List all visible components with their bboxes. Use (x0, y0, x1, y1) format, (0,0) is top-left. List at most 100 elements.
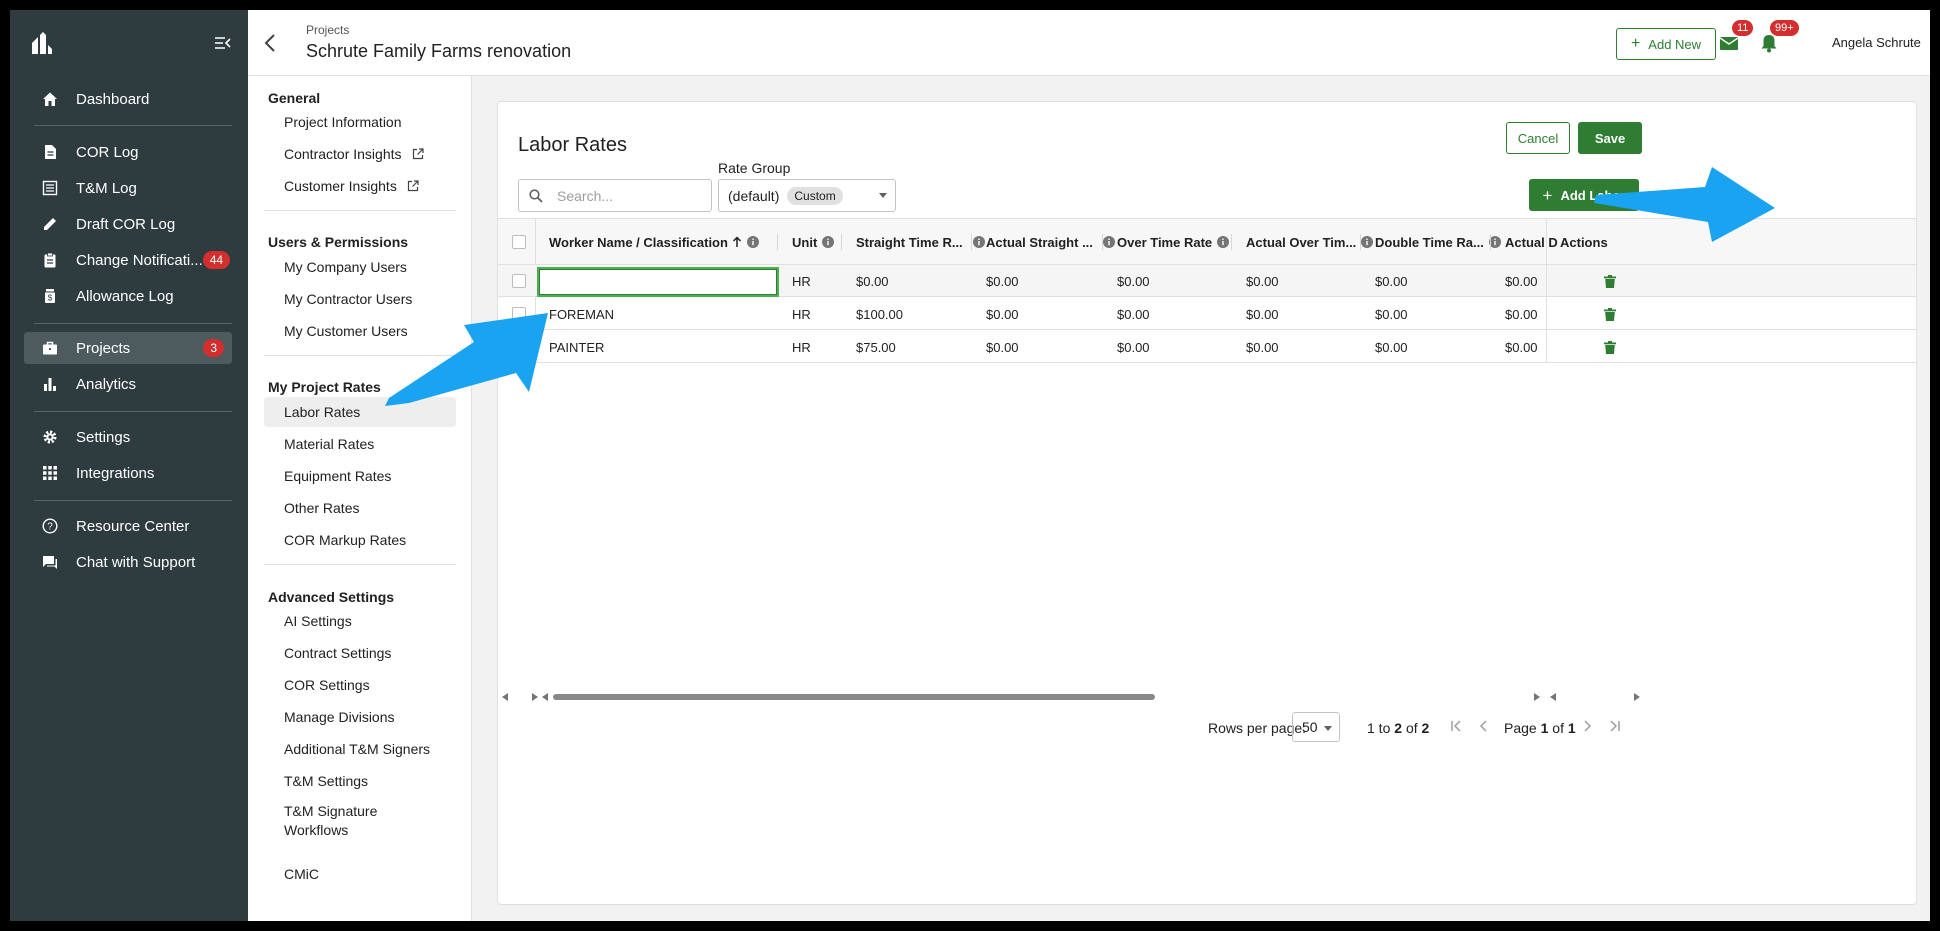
column-header-over-time-rate[interactable]: Over Time Rate (1117, 219, 1230, 265)
save-button[interactable]: Save (1578, 122, 1642, 154)
settings-item-additional-tm-signers[interactable]: Additional T&M Signers (264, 734, 456, 764)
actual-double-time-cell[interactable]: $0.00 (1505, 331, 1538, 363)
settings-item-tm-signature-workflows[interactable]: T&M Signature Workflows (264, 801, 384, 841)
settings-item-other-rates[interactable]: Other Rates (264, 493, 456, 523)
column-separator[interactable] (1360, 234, 1361, 250)
next-page-icon[interactable] (1579, 718, 1595, 734)
add-new-button[interactable]: + Add New (1616, 28, 1716, 60)
column-separator[interactable] (841, 234, 842, 250)
settings-item-my-company-users[interactable]: My Company Users (264, 252, 456, 282)
scroll-right-arrow-icon[interactable] (1634, 693, 1640, 701)
collapse-menu-icon[interactable] (214, 34, 232, 52)
straight-time-rate-cell[interactable]: $100.00 (856, 298, 903, 330)
scroll-right-arrow-icon[interactable] (532, 693, 538, 701)
settings-item-contractor-insights[interactable]: Contractor Insights (264, 139, 456, 169)
actual-double-time-cell[interactable]: $0.00 (1505, 298, 1538, 330)
over-time-rate-cell[interactable]: $0.00 (1117, 298, 1150, 330)
info-icon[interactable] (822, 236, 835, 248)
info-icon[interactable] (746, 236, 759, 248)
settings-item-contract-settings[interactable]: Contract Settings (264, 638, 456, 668)
info-icon[interactable] (1217, 236, 1230, 248)
last-page-icon[interactable] (1607, 718, 1623, 734)
app-logo-icon[interactable] (32, 32, 52, 54)
worker-name-cell[interactable]: PAINTER (549, 331, 604, 363)
column-separator[interactable] (971, 234, 972, 250)
first-page-icon[interactable] (1448, 718, 1464, 734)
select-all-checkbox[interactable] (512, 235, 526, 249)
column-header-double-time-rate[interactable]: Double Time Ra... (1375, 219, 1501, 265)
info-icon[interactable] (1102, 236, 1115, 248)
double-time-rate-cell[interactable]: $0.00 (1375, 331, 1408, 363)
info-icon[interactable] (1361, 236, 1374, 248)
previous-page-icon[interactable] (1476, 718, 1492, 734)
nav-change-notifications[interactable]: Change Notificati... 44 (24, 244, 232, 276)
actual-straight-time-cell[interactable]: $0.00 (986, 331, 1019, 363)
nav-settings[interactable]: Settings (24, 421, 232, 453)
row-checkbox[interactable] (512, 274, 526, 288)
scroll-left-arrow-icon[interactable] (1550, 693, 1556, 701)
actual-double-time-cell[interactable]: $0.00 (1505, 265, 1538, 297)
worker-name-input[interactable] (537, 267, 779, 297)
column-header-unit[interactable]: Unit (792, 219, 835, 265)
user-name[interactable]: Angela Schrute (1832, 35, 1921, 50)
column-header-straight-time-rate[interactable]: Straight Time R... (856, 219, 985, 265)
column-separator[interactable] (1231, 234, 1232, 250)
settings-item-cor-settings[interactable]: COR Settings (264, 670, 456, 700)
actual-straight-time-cell[interactable]: $0.00 (986, 298, 1019, 330)
info-icon[interactable] (972, 236, 985, 248)
over-time-rate-cell[interactable]: $0.00 (1117, 265, 1150, 297)
settings-item-cor-markup-rates[interactable]: COR Markup Rates (264, 525, 456, 555)
nav-tm-log[interactable]: T&M Log (24, 172, 232, 204)
settings-item-material-rates[interactable]: Material Rates (264, 429, 456, 459)
worker-name-cell[interactable]: FOREMAN (549, 298, 614, 330)
cancel-button[interactable]: Cancel (1506, 122, 1570, 154)
add-labor-button[interactable]: + Add Labor (1529, 179, 1639, 211)
unit-cell[interactable]: HR (792, 331, 811, 363)
actual-over-time-cell[interactable]: $0.00 (1246, 265, 1279, 297)
nav-analytics[interactable]: Analytics (24, 368, 232, 400)
settings-item-project-information[interactable]: Project Information (264, 107, 456, 137)
column-header-actual-straight-time[interactable]: Actual Straight ... (986, 219, 1115, 265)
nav-cor-log[interactable]: COR Log (24, 136, 232, 168)
settings-item-my-contractor-users[interactable]: My Contractor Users (264, 284, 456, 314)
unit-cell[interactable]: HR (792, 265, 811, 297)
double-time-rate-cell[interactable]: $0.00 (1375, 265, 1408, 297)
settings-item-my-customer-users[interactable]: My Customer Users (264, 316, 456, 346)
settings-item-tm-settings[interactable]: T&M Settings (264, 766, 456, 796)
double-time-rate-cell[interactable]: $0.00 (1375, 298, 1408, 330)
rows-per-page-select[interactable]: 50 (1292, 712, 1340, 742)
column-separator[interactable] (1102, 234, 1103, 250)
nav-allowance-log[interactable]: $ Allowance Log (24, 280, 232, 312)
scrollbar-thumb[interactable] (553, 694, 1155, 700)
search-field[interactable] (518, 179, 712, 212)
settings-item-equipment-rates[interactable]: Equipment Rates (264, 461, 456, 491)
breadcrumb[interactable]: Projects (306, 23, 349, 37)
column-separator[interactable] (777, 234, 778, 250)
nav-integrations[interactable]: Integrations (24, 457, 232, 489)
nav-draft-cor-log[interactable]: Draft COR Log (24, 208, 232, 240)
scroll-left-arrow-icon[interactable] (502, 693, 508, 701)
row-checkbox[interactable] (512, 340, 526, 354)
settings-item-manage-divisions[interactable]: Manage Divisions (264, 702, 456, 732)
actual-over-time-cell[interactable]: $0.00 (1246, 331, 1279, 363)
settings-item-labor-rates[interactable]: Labor Rates (264, 397, 456, 427)
search-input[interactable] (557, 187, 697, 204)
unit-cell[interactable]: HR (792, 298, 811, 330)
actual-straight-time-cell[interactable]: $0.00 (986, 265, 1019, 297)
straight-time-rate-cell[interactable]: $75.00 (856, 331, 896, 363)
actual-over-time-cell[interactable]: $0.00 (1246, 298, 1279, 330)
over-time-rate-cell[interactable]: $0.00 (1117, 331, 1150, 363)
settings-item-customer-insights[interactable]: Customer Insights (264, 171, 456, 201)
column-header-worker-name[interactable]: Worker Name / Classification (549, 219, 759, 265)
column-separator[interactable] (1490, 234, 1491, 250)
horizontal-scrollbar[interactable] (498, 690, 1916, 704)
nav-resource-center[interactable]: ? Resource Center (24, 510, 232, 542)
column-header-actual-over-time[interactable]: Actual Over Tim... (1246, 219, 1374, 265)
nav-dashboard[interactable]: Dashboard (24, 83, 232, 115)
row-checkbox[interactable] (512, 307, 526, 321)
scroll-right-arrow-icon[interactable] (1534, 693, 1540, 701)
settings-item-ai-settings[interactable]: AI Settings (264, 606, 456, 636)
back-arrow-icon[interactable] (260, 32, 282, 54)
nav-projects[interactable]: Projects 3 (24, 332, 232, 364)
straight-time-rate-cell[interactable]: $0.00 (856, 265, 889, 297)
